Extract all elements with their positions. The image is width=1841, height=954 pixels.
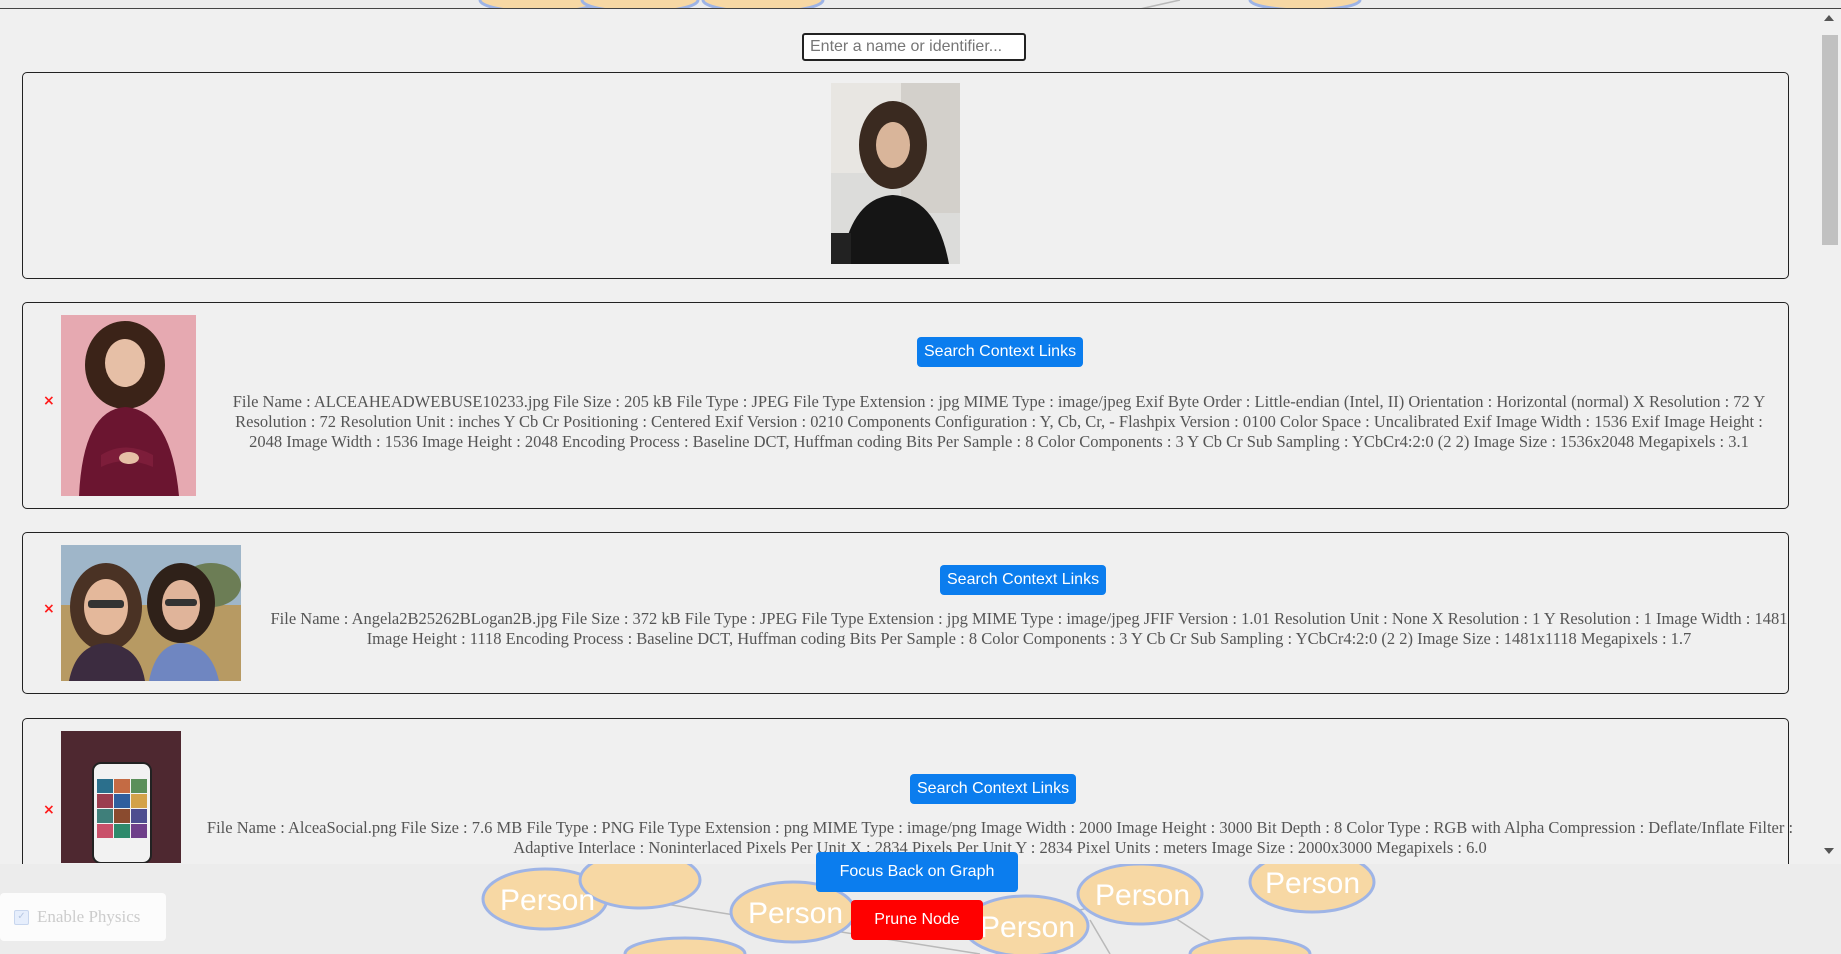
scroll-down-arrow-icon[interactable] <box>1824 848 1834 854</box>
focused-image <box>831 83 960 264</box>
checkbox-icon[interactable]: ✓ <box>14 909 29 925</box>
scroll-up-arrow-icon[interactable] <box>1824 15 1834 21</box>
file-metadata-text: File Name : ALCEAHEADWEBUSE10233.jpg Fil… <box>232 392 1766 451</box>
result-card: × Search Context Links File Name : Alcea… <box>22 718 1793 864</box>
search-context-links-button[interactable]: Search Context Links <box>910 774 1077 804</box>
remove-icon[interactable]: × <box>43 393 55 409</box>
portrait-photo-icon <box>831 83 960 264</box>
scrollbar-thumb[interactable] <box>1822 35 1838 245</box>
scrollbar[interactable] <box>1818 9 1841 864</box>
results-panel[interactable]: × Search Context Links File Name : ALCEA… <box>0 9 1841 864</box>
remove-icon[interactable]: × <box>43 601 55 617</box>
graph-node-label: Person <box>500 884 595 917</box>
search-context-links-button[interactable]: Search Context Links <box>917 337 1084 367</box>
graph-node-label: Person <box>1265 867 1360 900</box>
result-thumbnail[interactable] <box>61 545 241 681</box>
result-thumbnail[interactable] <box>61 731 181 863</box>
graph-node-label: Person <box>980 911 1075 944</box>
prune-node-button[interactable]: Prune Node <box>851 900 983 940</box>
result-card: × Search Context Links File Name : ALCEA… <box>22 302 1789 509</box>
focus-back-on-graph-button[interactable]: Focus Back on Graph <box>816 852 1018 892</box>
focused-image-card <box>22 72 1789 279</box>
enable-physics-toggle[interactable]: ✓ Enable Physics <box>0 893 166 941</box>
file-metadata-text: File Name : Angela2B25262BLogan2B.jpg Fi… <box>270 609 1788 648</box>
enable-physics-label: Enable Physics <box>37 907 141 926</box>
graph-node-label: Person <box>748 897 843 930</box>
result-card: × Search Context Links File Name : Angel… <box>22 532 1789 694</box>
portrait-photo-icon <box>61 315 196 496</box>
graph-node-label: Person <box>1095 879 1190 912</box>
header-divider <box>0 8 1841 9</box>
search-input[interactable] <box>802 33 1026 61</box>
selfie-photo-icon <box>61 545 241 681</box>
phone-screenshot-icon <box>61 731 181 863</box>
result-thumbnail[interactable] <box>61 315 196 496</box>
remove-icon[interactable]: × <box>43 802 55 818</box>
search-context-links-button[interactable]: Search Context Links <box>940 565 1107 595</box>
